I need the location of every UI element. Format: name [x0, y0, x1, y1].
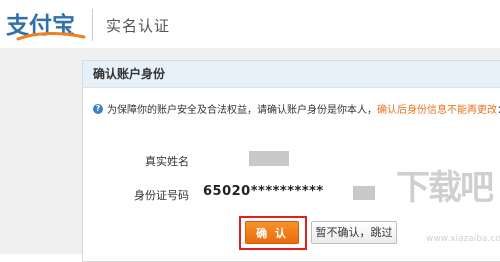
alipay-logo[interactable]: 支付宝 — [6, 6, 86, 41]
id-value: 65020********** — [203, 184, 324, 199]
info-icon: ? — [93, 103, 103, 114]
logo-swoosh-icon — [16, 31, 86, 41]
confirm-button[interactable]: 确 认 — [245, 221, 299, 244]
page-title: 实名认证 — [106, 17, 171, 35]
notice-main: 为保障你的账户安全及合法权益，请确认账户身份是你本人， — [107, 105, 377, 116]
id-label: 身份证号码 — [134, 189, 189, 202]
notice-text: ? 为保障你的账户安全及合法权益，请确认账户身份是你本人， 确认后身份信息不能再… — [93, 101, 500, 116]
name-value-masked — [249, 151, 289, 166]
watermark-url: www.xiazaiba.com — [426, 234, 500, 244]
id-value-masked — [353, 186, 375, 200]
page-header: 支付宝 实名认证 — [0, 0, 500, 48]
skip-button[interactable]: 暂不确认，跳过 — [311, 221, 397, 244]
panel-title: 确认账户身份 — [83, 61, 500, 88]
watermark: 下载吧 www.xiazaiba.com — [396, 160, 500, 254]
watermark-text: 下载吧 — [396, 168, 494, 208]
notice-warning: 确认后身份信息不能再更改 — [377, 105, 497, 116]
name-label: 真实姓名 — [145, 155, 189, 168]
header-divider — [92, 9, 93, 41]
